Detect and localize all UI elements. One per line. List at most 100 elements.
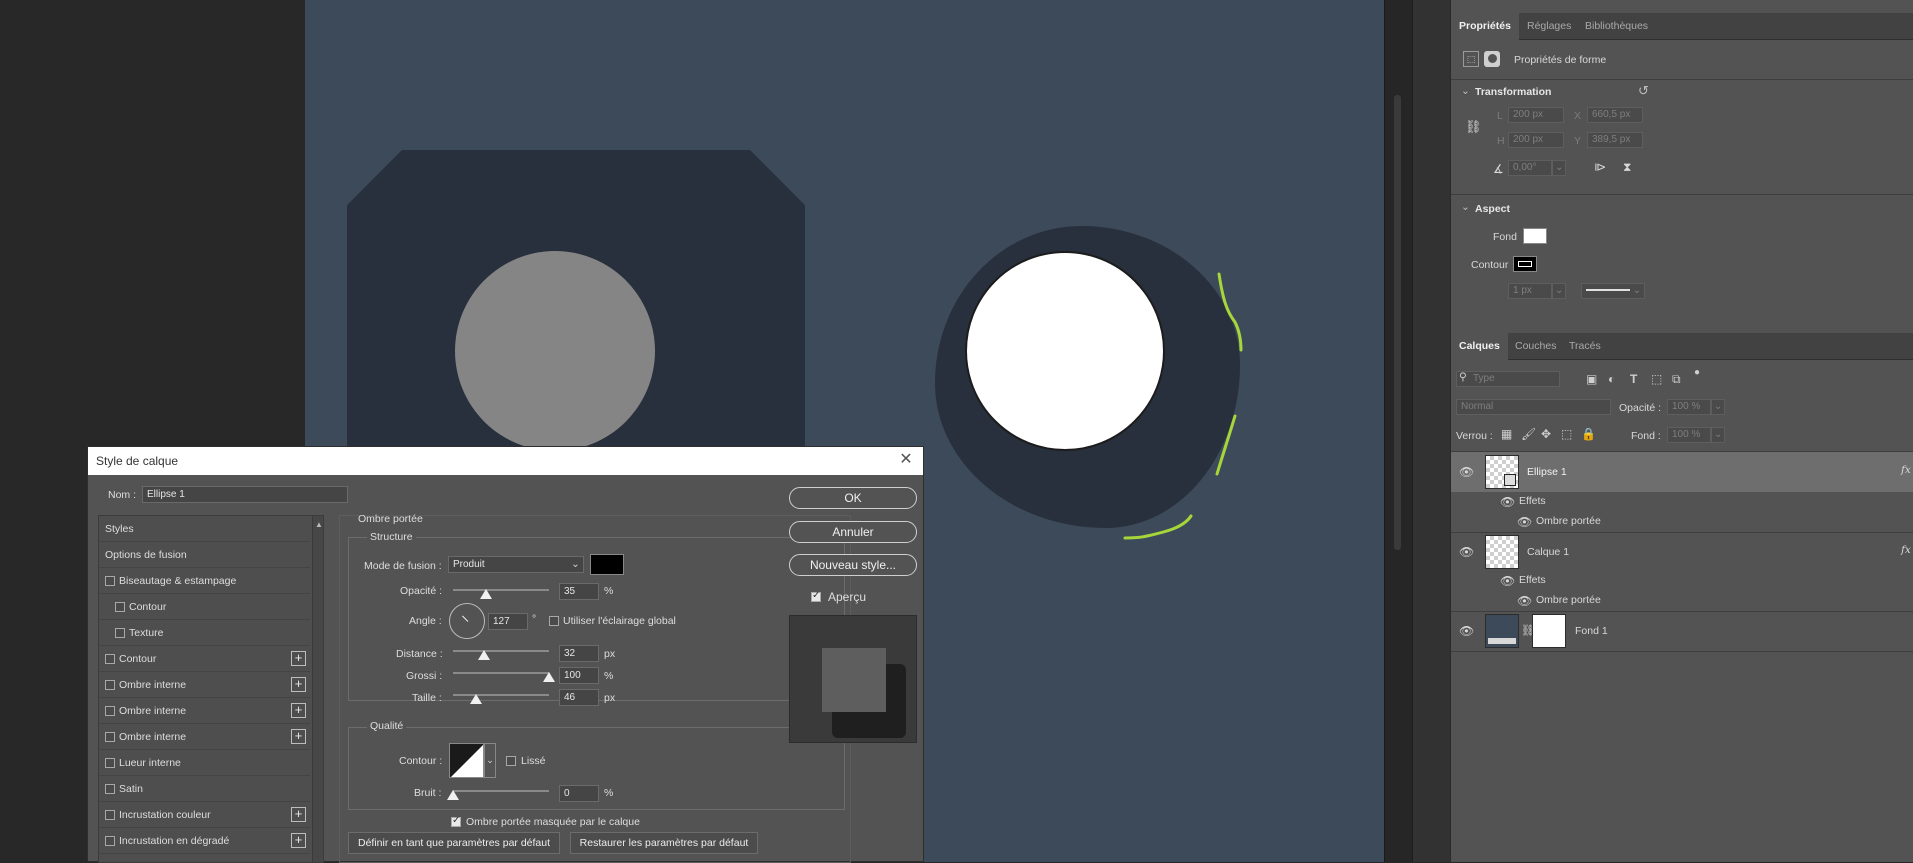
style-checkbox[interactable] [105,810,115,820]
style-checkbox[interactable] [105,680,115,690]
contour-preview[interactable] [449,743,484,778]
blend-mode-dropdown[interactable]: Normal [1456,399,1611,415]
new-style-button[interactable]: Nouveau style... [789,554,917,576]
style-checkbox[interactable] [105,732,115,742]
stroke-style-dropdown[interactable]: ⌄ [1581,283,1645,299]
opacity-slider-knob[interactable] [480,589,492,599]
layer-mask-thumbnail[interactable] [1532,614,1566,648]
style-item-inner-shadow[interactable]: Ombre interne + [99,698,310,724]
style-name-field[interactable]: Ellipse 1 [142,486,348,503]
lock-all-icon[interactable]: 🔒 [1581,427,1596,441]
add-style-button[interactable]: + [291,677,306,692]
lock-position-icon[interactable]: ✥ [1541,427,1551,441]
aspect-chevron-icon[interactable]: ⌄ [1461,201,1470,213]
layer-name[interactable]: Fond 1 [1575,625,1608,637]
knockout-checkbox[interactable] [451,815,461,827]
global-light-checkbox[interactable] [549,616,559,626]
layer-row-calque-1[interactable]: 👁 Calque 1 fx [1451,533,1913,571]
angle-dropdown-icon[interactable]: ⌄ [1552,160,1566,176]
tab-properties[interactable]: Propriétés [1451,13,1519,40]
shape-filter-icon[interactable]: ⬚ [1651,372,1662,386]
visibility-eye-icon[interactable]: 👁 [1459,465,1474,479]
style-item-inner-shadow[interactable]: Ombre interne + [99,672,310,698]
adjustment-filter-icon[interactable]: ◐ [1608,372,1615,386]
distance-field[interactable]: 32 [559,645,599,662]
size-slider-track[interactable] [453,694,549,696]
add-style-button[interactable]: + [291,729,306,744]
noise-slider-knob[interactable] [447,790,459,800]
stroke-width-dropdown-icon[interactable]: ⌄ [1552,283,1566,299]
tab-libraries[interactable]: Bibliothèques [1577,13,1656,40]
add-style-button[interactable]: + [291,703,306,718]
fill-opacity-dropdown-icon[interactable]: ⌄ [1711,427,1725,443]
stroke-swatch[interactable] [1513,256,1537,272]
tab-paths[interactable]: Tracés [1561,333,1609,360]
angle-field[interactable]: 0,00° [1508,160,1552,176]
style-checkbox[interactable] [105,836,115,846]
layer-effects-row[interactable]: 👁 Effets [1451,571,1913,591]
add-style-button[interactable]: + [291,651,306,666]
shape-transform-icon[interactable]: ⬚ [1463,51,1479,67]
visibility-eye-icon[interactable]: 👁 [1459,624,1474,638]
layer-effect-row[interactable]: 👁 Ombre portée [1451,511,1913,531]
spread-field[interactable]: 100 [559,667,599,684]
contour-dropdown-icon[interactable]: ⌄ [484,743,496,778]
angle-field[interactable]: 127 [488,613,528,630]
layer-effects-row[interactable]: 👁 Effets [1451,492,1913,512]
preview-checkbox[interactable] [811,590,821,602]
style-checkbox[interactable] [105,576,115,586]
pixel-layer-filter-icon[interactable]: ▣ [1586,372,1597,386]
blend-options-item[interactable]: Options de fusion [99,542,310,568]
tab-channels[interactable]: Couches [1507,333,1564,360]
layer-filter-dropdown[interactable]: Type [1456,371,1560,387]
fill-swatch[interactable] [1523,228,1547,244]
style-item-texture[interactable]: Texture [99,620,310,646]
ok-button[interactable]: OK [789,487,917,509]
style-checkbox[interactable] [105,654,115,664]
mask-icon[interactable] [1484,51,1500,67]
effects-eye-icon[interactable]: 👁 [1500,495,1515,509]
style-checkbox[interactable] [105,784,115,794]
gray-circle-shape[interactable] [455,251,655,451]
layer-name[interactable]: Calque 1 [1527,546,1569,558]
link-dimensions-icon[interactable]: ⛓ [1465,119,1482,135]
style-checkbox[interactable] [115,602,125,612]
close-icon[interactable]: ✕ [897,451,915,469]
shadow-color-swatch[interactable] [590,554,624,575]
size-slider-knob[interactable] [470,694,482,704]
filter-toggle-icon[interactable]: ● [1694,367,1700,378]
spread-slider-knob[interactable] [543,672,555,682]
style-checkbox[interactable] [115,628,125,638]
width-field[interactable]: 200 px [1508,107,1564,123]
blend-mode-select[interactable]: Produit [448,556,584,573]
smart-object-filter-icon[interactable]: ⧉ [1672,372,1681,387]
y-field[interactable]: 389,5 px [1587,132,1643,148]
flip-vertical-icon[interactable]: ⧗ [1623,160,1631,175]
reset-default-button[interactable]: Restaurer les paramètres par défaut [570,832,758,854]
opacity-slider-track[interactable] [453,589,549,591]
style-item-gradient-overlay[interactable]: Incrustation en dégradé + [99,828,310,854]
height-field[interactable]: 200 px [1508,132,1564,148]
chevron-down-icon[interactable]: ⌄ [1461,85,1470,97]
opacity-field[interactable]: 35 [559,583,599,600]
style-item-contour-sub[interactable]: Contour [99,594,310,620]
layer-row-ellipse-1[interactable]: 👁 Ellipse 1 fx [1451,452,1913,492]
tab-adjustments[interactable]: Réglages [1519,13,1579,40]
distance-slider-track[interactable] [453,650,549,652]
opacity-field[interactable]: 100 % [1667,399,1711,415]
x-field[interactable]: 660,5 px [1587,107,1643,123]
stroke-width-field[interactable]: 1 px [1508,283,1552,299]
styles-scrollbar[interactable]: ▲ [312,516,323,862]
tab-layers[interactable]: Calques [1451,333,1508,360]
cancel-button[interactable]: Annuler [789,521,917,543]
noise-field[interactable]: 0 [559,785,599,802]
size-field[interactable]: 46 [559,689,599,706]
lock-brush-icon[interactable]: 🖌 [1521,427,1536,441]
set-default-button[interactable]: Définir en tant que paramètres par défau… [348,832,560,854]
noise-slider-track[interactable] [453,790,549,792]
effect-eye-icon[interactable]: 👁 [1517,594,1532,608]
add-style-button[interactable]: + [291,833,306,848]
fx-badge[interactable]: fx [1901,544,1911,556]
style-item-stroke[interactable]: Contour + [99,646,310,672]
effects-eye-icon[interactable]: 👁 [1500,574,1515,588]
